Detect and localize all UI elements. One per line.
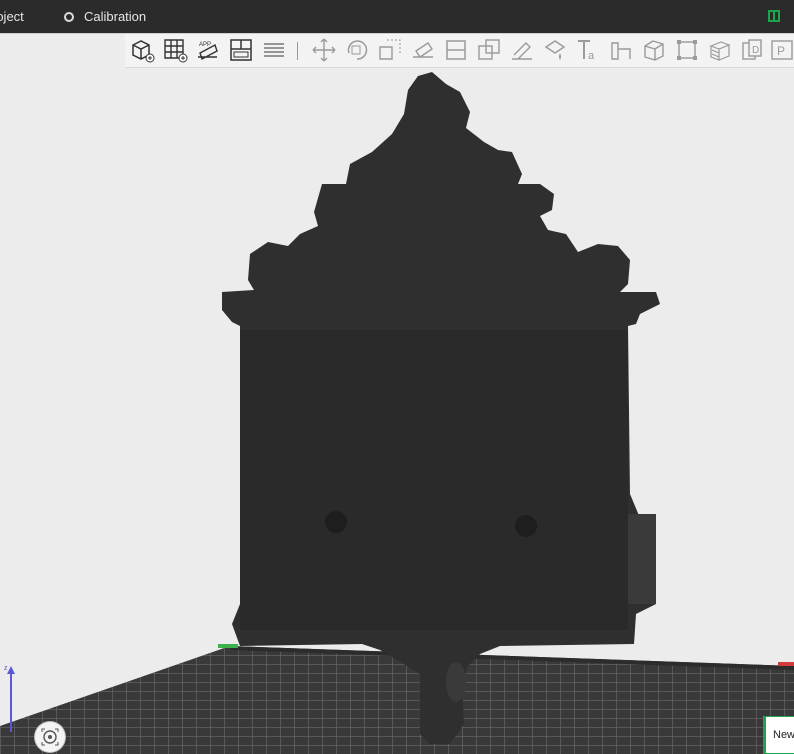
svg-text:D: D bbox=[752, 45, 759, 56]
layers-icon[interactable] bbox=[261, 37, 287, 63]
camera-view-button[interactable] bbox=[35, 722, 65, 752]
tab-calibration-label: Calibration bbox=[84, 9, 147, 24]
top-bar: roject Calibration bbox=[0, 0, 794, 34]
text-icon[interactable]: a bbox=[575, 37, 601, 63]
plate-icon[interactable]: P bbox=[769, 37, 794, 63]
build-plate-scene bbox=[0, 72, 794, 754]
seam-paint-icon[interactable] bbox=[542, 37, 568, 63]
new-button[interactable]: New bbox=[763, 716, 794, 754]
place-on-face-icon[interactable] bbox=[410, 37, 436, 63]
z-axis-gizmo: z bbox=[4, 665, 15, 732]
build-plate bbox=[0, 646, 794, 754]
support-paint-icon[interactable] bbox=[509, 37, 535, 63]
variable-layer-icon[interactable]: D bbox=[740, 37, 766, 63]
svg-text:P: P bbox=[777, 44, 785, 58]
tab-project-label: roject bbox=[0, 9, 24, 24]
main-toolbar: APP a D P bbox=[125, 34, 794, 68]
sidebar-toggle-icon[interactable] bbox=[768, 10, 780, 22]
measure-icon[interactable] bbox=[608, 37, 634, 63]
grid-icon[interactable] bbox=[162, 37, 188, 63]
toolbar-separator bbox=[297, 42, 298, 60]
svg-text:z: z bbox=[4, 665, 8, 672]
add-object-icon[interactable] bbox=[129, 37, 155, 63]
mount-hole-left bbox=[325, 511, 347, 533]
svg-text:APP: APP bbox=[199, 42, 211, 48]
gear-icon bbox=[64, 11, 74, 22]
tab-calibration[interactable]: Calibration bbox=[64, 0, 146, 33]
boolean-icon[interactable] bbox=[476, 37, 502, 63]
tab-project[interactable]: roject bbox=[0, 0, 24, 33]
mount-hole-right bbox=[515, 515, 537, 537]
auto-arrange-icon[interactable]: APP bbox=[195, 37, 221, 63]
scale-icon[interactable] bbox=[377, 37, 403, 63]
y-axis-marker bbox=[778, 662, 794, 666]
assemble-icon[interactable] bbox=[641, 37, 667, 63]
x-axis-marker bbox=[218, 644, 238, 648]
move-icon[interactable] bbox=[311, 37, 337, 63]
cut-icon[interactable] bbox=[443, 37, 469, 63]
view-cube-icon bbox=[41, 728, 59, 746]
model-object[interactable] bbox=[222, 72, 660, 744]
stack-icon[interactable] bbox=[707, 37, 733, 63]
side-ornament bbox=[628, 514, 656, 604]
new-button-label: New bbox=[773, 729, 794, 741]
layout-icon[interactable] bbox=[228, 37, 254, 63]
svg-text:a: a bbox=[588, 50, 595, 62]
rotate-icon[interactable] bbox=[344, 37, 370, 63]
split-icon[interactable] bbox=[674, 37, 700, 63]
3d-viewport[interactable]: APP a D P z New bbox=[0, 34, 794, 754]
